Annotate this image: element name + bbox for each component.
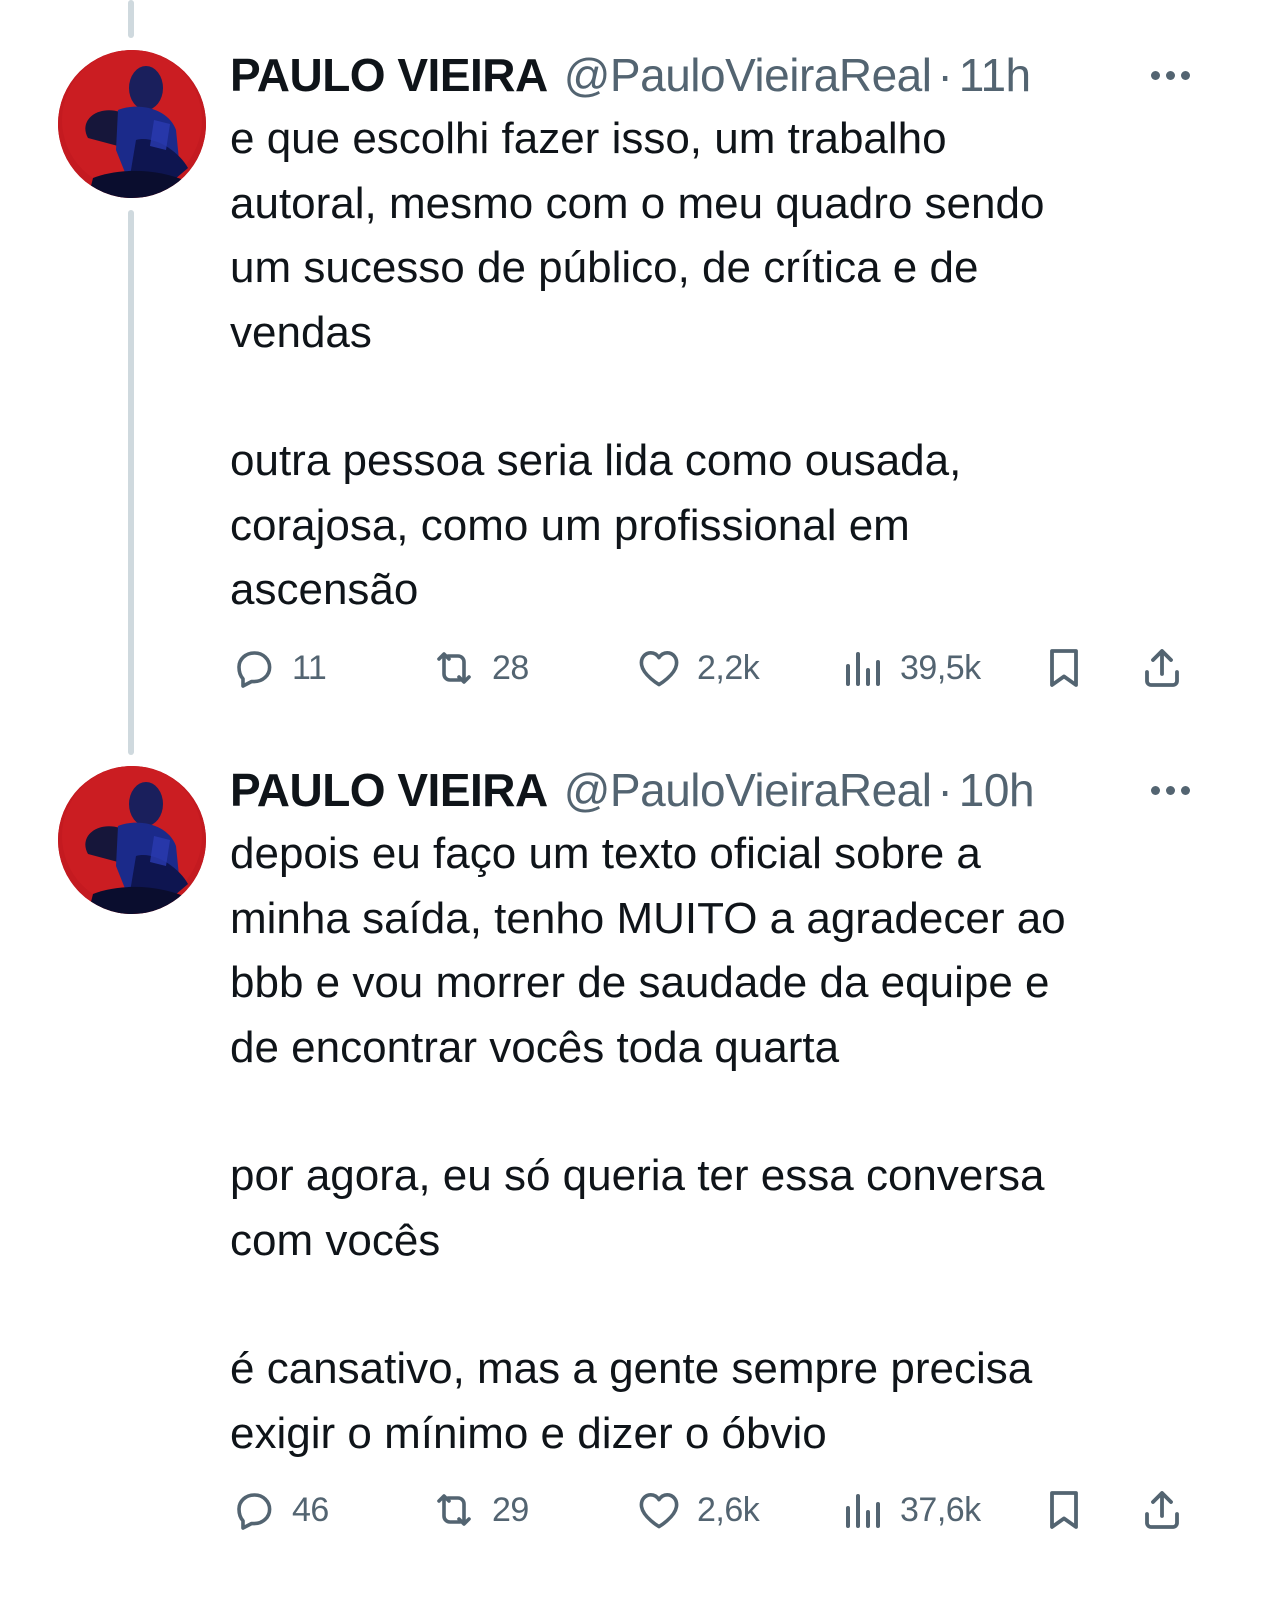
text-line: autoral, mesmo com o meu quadro sendo	[230, 178, 1045, 228]
author-handle[interactable]: @PauloVieiraReal	[564, 45, 932, 105]
views-icon	[846, 652, 880, 686]
tweet-actions: 46 29 2,6k 37,6k	[230, 1480, 1190, 1540]
tweet-header: PAULO VIEIRA @PauloVieiraReal · 10h	[230, 760, 1190, 820]
like-button[interactable]: 2,2k	[635, 638, 760, 698]
text-line: ascensão	[230, 565, 419, 614]
views-icon	[846, 1494, 880, 1528]
views-button[interactable]: 37,6k	[838, 1480, 981, 1540]
tweet-paragraph: depois eu faço um texto oficial sobre a …	[230, 822, 1190, 1080]
author-handle[interactable]: @PauloVieiraReal	[564, 760, 932, 820]
share-button[interactable]	[1138, 1480, 1186, 1540]
thread-line-top	[128, 0, 134, 38]
more-icon[interactable]	[1151, 760, 1190, 820]
retweet-button[interactable]: 29	[430, 1480, 529, 1540]
bookmark-icon	[1050, 1491, 1078, 1529]
text-line: por agora, eu só queria ter essa convers…	[230, 1151, 1045, 1200]
tweet-time[interactable]: 11h	[959, 45, 1031, 105]
retweet-count: 28	[492, 648, 529, 687]
avatar[interactable]	[58, 766, 206, 914]
share-icon	[1145, 649, 1179, 687]
retweet-button[interactable]: 28	[430, 638, 529, 698]
retweet-icon	[437, 1494, 471, 1526]
text-line: depois eu faço um texto oficial sobre a	[230, 829, 981, 878]
like-count: 2,6k	[697, 1490, 760, 1529]
text-line: exigir o mínimo e dizer o óbvio	[230, 1408, 827, 1458]
tweet-paragraph: é cansativo, mas a gente sempre precisa …	[230, 1337, 1190, 1466]
text-line: com vocês	[230, 1215, 441, 1265]
thread-line-connector	[128, 210, 134, 755]
text-line: e que escolhi fazer isso, um trabalho	[230, 114, 947, 163]
like-button[interactable]: 2,6k	[635, 1480, 760, 1540]
tweet-header: PAULO VIEIRA @PauloVieiraReal · 11h	[230, 45, 1190, 105]
avatar[interactable]	[58, 50, 206, 198]
reply-button[interactable]: 11	[230, 638, 327, 698]
author-name[interactable]: PAULO VIEIRA	[230, 760, 548, 820]
reply-count: 11	[292, 648, 327, 687]
bookmark-button[interactable]	[1040, 1480, 1088, 1540]
heart-icon	[639, 651, 679, 687]
view-count: 37,6k	[900, 1490, 981, 1529]
text-line: é cansativo, mas a gente sempre precisa	[230, 1344, 1033, 1393]
retweet-icon	[437, 652, 471, 684]
reply-count: 46	[292, 1490, 329, 1529]
text-line: minha saída, tenho MUITO a agradecer ao	[230, 893, 1066, 943]
tweet-actions: 11 28 2,2k 39,5k	[230, 638, 1190, 698]
tweet-text: e que escolhi fazer isso, um trabalho au…	[230, 107, 1190, 623]
tweet-paragraph: por agora, eu só queria ter essa convers…	[230, 1144, 1190, 1273]
retweet-count: 29	[492, 1490, 529, 1529]
text-line: outra pessoa seria lida como ousada,	[230, 436, 962, 485]
view-count: 39,5k	[900, 648, 981, 687]
text-line: corajosa, como um profissional em	[230, 500, 910, 550]
heart-icon	[639, 1493, 679, 1529]
tweet-paragraph: outra pessoa seria lida como ousada, cor…	[230, 429, 1190, 623]
views-button[interactable]: 39,5k	[838, 638, 981, 698]
reply-icon	[237, 651, 272, 688]
like-count: 2,2k	[697, 648, 760, 687]
separator-dot: ·	[937, 764, 953, 816]
tweet-text: depois eu faço um texto oficial sobre a …	[230, 822, 1190, 1466]
text-line: um sucesso de público, de crítica e de	[230, 243, 979, 292]
tweet-paragraph: e que escolhi fazer isso, um trabalho au…	[230, 107, 1190, 365]
reply-icon	[237, 1493, 272, 1530]
text-line: de encontrar vocês toda quarta	[230, 1022, 840, 1072]
text-line: vendas	[230, 307, 372, 357]
more-icon[interactable]	[1151, 45, 1190, 105]
author-name[interactable]: PAULO VIEIRA	[230, 45, 548, 105]
share-button[interactable]	[1138, 638, 1186, 698]
text-line: bbb e vou morrer de saudade da equipe e	[230, 958, 1050, 1007]
bookmark-icon	[1050, 649, 1078, 687]
bookmark-button[interactable]	[1040, 638, 1088, 698]
reply-button[interactable]: 46	[230, 1480, 329, 1540]
share-icon	[1145, 1491, 1179, 1529]
tweet-time[interactable]: 10h	[959, 760, 1035, 820]
separator-dot: ·	[937, 49, 953, 101]
